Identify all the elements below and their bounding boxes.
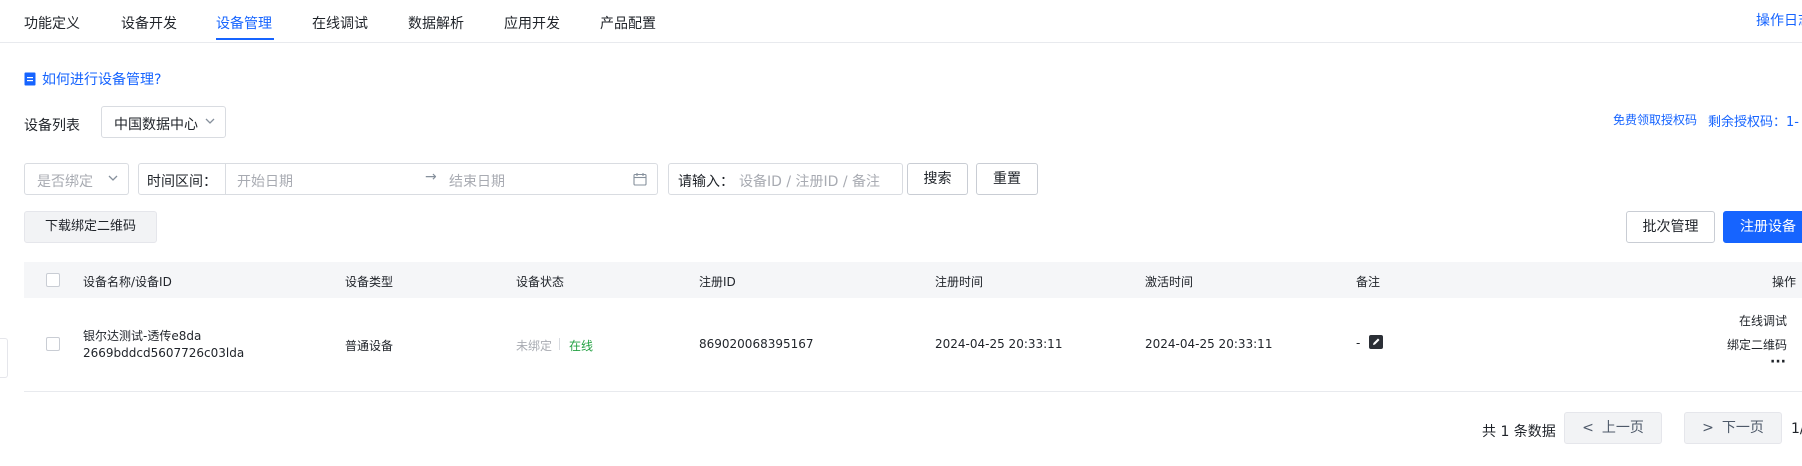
bind-qr-link[interactable]: 绑定二维码 bbox=[1727, 336, 1787, 353]
device-name: 银尔达测试-透传e8da bbox=[83, 329, 202, 343]
chevron-left-icon: < bbox=[1582, 420, 1594, 436]
prev-page-button[interactable]: < 上一页 bbox=[1564, 412, 1662, 444]
device-type: 普通设备 bbox=[345, 339, 394, 353]
column-header-device-status: 设备状态 bbox=[516, 275, 565, 289]
column-header-actions: 操作 bbox=[1772, 275, 1797, 289]
total-count: 共 1 条数据 bbox=[1482, 424, 1556, 440]
next-page-button[interactable]: > 下一页 bbox=[1684, 412, 1782, 444]
remark-value: - bbox=[1356, 336, 1361, 350]
help-link[interactable]: 如何进行设备管理? bbox=[24, 69, 161, 89]
page-indicator: 1/ bbox=[1791, 421, 1802, 437]
column-header-activate-time: 激活时间 bbox=[1145, 275, 1194, 289]
arrow-right-icon: → bbox=[425, 169, 437, 185]
active-tab-indicator bbox=[216, 38, 274, 40]
tab-feature-definition[interactable]: 功能定义 bbox=[24, 13, 80, 33]
search-button[interactable]: 搜索 bbox=[907, 163, 968, 195]
chevron-right-icon: > bbox=[1702, 420, 1714, 436]
reset-button[interactable]: 重置 bbox=[976, 163, 1038, 195]
column-header-remark: 备注 bbox=[1356, 275, 1381, 289]
side-collapse-handle[interactable] bbox=[0, 338, 8, 378]
device-list-label: 设备列表 bbox=[24, 118, 80, 134]
region-select[interactable]: 中国数据中心 bbox=[101, 106, 226, 138]
register-id: 869020068395167 bbox=[699, 337, 814, 351]
tab-online-debugging[interactable]: 在线调试 bbox=[312, 13, 368, 33]
chevron-down-icon bbox=[204, 115, 216, 131]
row-divider bbox=[24, 391, 1802, 392]
bind-status-select[interactable]: 是否绑定 bbox=[24, 163, 129, 195]
next-page-label: 下一页 bbox=[1721, 420, 1764, 436]
edit-icon[interactable] bbox=[1369, 335, 1383, 353]
top-tab-bar: 功能定义 设备开发 设备管理 在线调试 数据解析 应用开发 产品配置 操作日志 bbox=[0, 0, 1802, 43]
bind-status-select-value: 是否绑定 bbox=[37, 174, 93, 190]
batch-manage-button[interactable]: 批次管理 bbox=[1626, 211, 1715, 243]
column-header-register-time: 注册时间 bbox=[935, 275, 984, 289]
search-input-group: 请输入： 设备ID / 注册ID / 备注 bbox=[668, 163, 903, 195]
column-header-device-name: 设备名称/设备ID bbox=[83, 275, 172, 289]
end-date-input[interactable]: 结束日期 bbox=[449, 171, 599, 191]
time-range-picker: 时间区间： 开始日期 → 结束日期 bbox=[138, 163, 658, 195]
calendar-icon[interactable] bbox=[633, 172, 647, 190]
device-id-link[interactable]: 2669bddcd5607726c03lda bbox=[83, 346, 244, 360]
chevron-down-icon bbox=[107, 172, 119, 188]
search-input[interactable]: 设备ID / 注册ID / 备注 bbox=[739, 171, 880, 191]
document-icon bbox=[24, 72, 36, 86]
table-header: 设备名称/设备ID 设备类型 设备状态 注册ID 注册时间 激活时间 备注 操作 bbox=[24, 262, 1802, 298]
start-date-input[interactable]: 开始日期 bbox=[237, 171, 387, 191]
register-device-button[interactable]: 注册设备 bbox=[1723, 211, 1802, 243]
prev-page-label: 上一页 bbox=[1601, 420, 1644, 436]
column-header-register-id: 注册ID bbox=[699, 275, 736, 289]
more-actions-button[interactable]: ··· bbox=[1770, 354, 1786, 370]
search-label: 请输入： bbox=[678, 174, 734, 190]
operation-log-link[interactable]: 操作日志 bbox=[1756, 10, 1802, 30]
row-checkbox[interactable] bbox=[46, 337, 60, 351]
tab-device-management[interactable]: 设备管理 bbox=[216, 13, 272, 33]
region-select-value: 中国数据中心 bbox=[114, 117, 198, 133]
time-range-label: 时间区间： bbox=[147, 174, 217, 190]
online-debug-link[interactable]: 在线调试 bbox=[1739, 312, 1787, 329]
tab-device-development[interactable]: 设备开发 bbox=[121, 13, 177, 33]
help-link-label: 如何进行设备管理? bbox=[42, 72, 162, 88]
status-divider bbox=[559, 338, 560, 350]
free-auth-code-link[interactable]: 免费领取授权码 bbox=[1613, 111, 1697, 128]
remaining-auth-codes: 剩余授权码：1- bbox=[1708, 115, 1799, 130]
column-header-device-type: 设备类型 bbox=[345, 275, 394, 289]
bind-status: 未绑定 bbox=[516, 339, 553, 353]
download-qr-button[interactable]: 下载绑定二维码 bbox=[24, 211, 157, 243]
select-all-checkbox[interactable] bbox=[46, 273, 60, 287]
online-status-badge: 在线 bbox=[569, 339, 594, 353]
tab-app-development[interactable]: 应用开发 bbox=[504, 13, 560, 33]
register-time: 2024-04-25 20:33:11 bbox=[935, 337, 1063, 351]
activate-time: 2024-04-25 20:33:11 bbox=[1145, 337, 1273, 351]
tab-product-config[interactable]: 产品配置 bbox=[600, 13, 656, 33]
tab-data-parsing[interactable]: 数据解析 bbox=[408, 13, 464, 33]
